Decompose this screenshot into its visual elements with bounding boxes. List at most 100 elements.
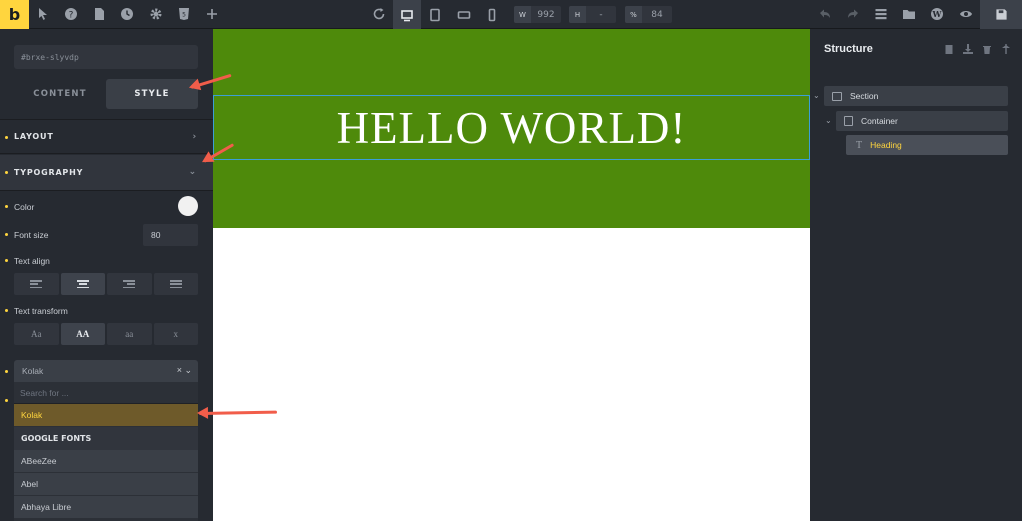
container-icon bbox=[844, 116, 853, 126]
section-element[interactable]: HELLO WORLD! bbox=[213, 29, 810, 228]
heading-icon: T bbox=[856, 139, 863, 151]
align-left-button[interactable] bbox=[14, 273, 59, 295]
svg-text:?: ? bbox=[69, 11, 74, 21]
zoom-field[interactable]: % 84 bbox=[625, 6, 672, 23]
folder-icon[interactable] bbox=[901, 6, 917, 22]
structure-item-label: Section bbox=[850, 91, 879, 101]
mobile-landscape-button[interactable] bbox=[450, 0, 478, 29]
add-plus-icon[interactable] bbox=[204, 6, 220, 22]
modified-indicator bbox=[5, 399, 8, 402]
refresh-icon[interactable] bbox=[371, 6, 387, 22]
top-toolbar: b ? 5 W 992 H - % 84 W bbox=[0, 0, 1022, 29]
bricks-logo[interactable]: b bbox=[0, 0, 29, 29]
desktop-device-button[interactable] bbox=[393, 0, 421, 29]
chevron-down-icon[interactable]: ⌄ bbox=[813, 91, 820, 100]
modified-indicator bbox=[5, 309, 8, 312]
structure-panel: Structure ⌄ Section ⌄ Container T Headin… bbox=[810, 29, 1022, 521]
modified-indicator bbox=[5, 233, 8, 236]
collapse-icon[interactable] bbox=[1000, 43, 1012, 55]
height-value: - bbox=[599, 9, 603, 20]
text-align-buttons bbox=[14, 273, 198, 295]
history-icon[interactable] bbox=[119, 6, 135, 22]
font-option-selected[interactable]: Kolak bbox=[14, 404, 198, 427]
pages-icon[interactable] bbox=[91, 6, 107, 22]
text-align-label: Text align bbox=[14, 256, 50, 266]
section-typography[interactable]: TYPOGRAPHY ⌄ bbox=[0, 155, 213, 191]
undo-icon[interactable] bbox=[817, 6, 833, 22]
transform-capitalize-button[interactable]: Aa bbox=[14, 323, 59, 345]
trash-icon[interactable] bbox=[981, 43, 993, 55]
section-typography-label: TYPOGRAPHY bbox=[14, 168, 84, 177]
width-value: 992 bbox=[537, 9, 555, 20]
font-family-value: Kolak bbox=[22, 366, 44, 376]
stack-menu-icon[interactable] bbox=[873, 6, 889, 22]
font-option[interactable]: ABeeZee bbox=[14, 450, 198, 473]
transform-none-button[interactable]: x bbox=[153, 323, 198, 345]
desktop-icon bbox=[401, 9, 413, 21]
font-option[interactable]: Abel bbox=[14, 473, 198, 496]
font-size-input[interactable]: 80 bbox=[143, 224, 198, 246]
align-justify-icon bbox=[169, 280, 182, 288]
chevron-down-icon: ⌄ bbox=[188, 167, 197, 177]
tab-content[interactable]: CONTENT bbox=[14, 79, 106, 109]
element-id-field[interactable]: #brxe-slyvdp bbox=[14, 45, 198, 69]
canvas-width-field[interactable]: W 992 bbox=[514, 6, 561, 23]
color-label: Color bbox=[14, 202, 35, 212]
element-settings-panel: #brxe-slyvdp CONTENT STYLE LAYOUT › TYPO… bbox=[0, 29, 213, 521]
canvas-height-field[interactable]: H - bbox=[569, 6, 616, 23]
svg-text:W: W bbox=[932, 9, 943, 19]
structure-item-heading[interactable]: T Heading bbox=[846, 135, 1008, 155]
section-layout-label: LAYOUT bbox=[14, 132, 54, 141]
tablet-landscape-button[interactable] bbox=[421, 0, 449, 29]
text-transform-label: Text transform bbox=[14, 306, 68, 316]
modified-indicator bbox=[5, 136, 8, 139]
preview-eye-icon[interactable] bbox=[958, 6, 974, 22]
modified-indicator bbox=[5, 259, 8, 262]
align-justify-button[interactable] bbox=[153, 273, 198, 295]
builder-canvas[interactable]: HELLO WORLD! bbox=[213, 29, 810, 521]
modified-indicator bbox=[5, 370, 8, 373]
help-icon[interactable]: ? bbox=[63, 6, 79, 22]
pointer-icon[interactable] bbox=[35, 6, 51, 22]
font-search-input[interactable]: Search for ... bbox=[14, 382, 198, 404]
zoom-value: 84 bbox=[651, 9, 663, 20]
font-option[interactable]: Abhaya Libre bbox=[14, 496, 198, 519]
align-right-button[interactable] bbox=[107, 273, 152, 295]
structure-title: Structure bbox=[824, 43, 873, 55]
color-picker-swatch[interactable] bbox=[178, 196, 198, 216]
height-label: H bbox=[569, 6, 586, 23]
chevron-right-icon: › bbox=[192, 131, 197, 142]
heading-text: HELLO WORLD! bbox=[336, 102, 687, 153]
font-family-select[interactable]: Kolak × ⌄ bbox=[14, 360, 198, 382]
clear-chevron-icon[interactable]: × ⌄ bbox=[177, 365, 192, 376]
save-floppy-icon bbox=[995, 9, 1007, 20]
heading-element[interactable]: HELLO WORLD! bbox=[213, 95, 810, 160]
phone-icon bbox=[488, 8, 496, 21]
html5-icon[interactable]: 5 bbox=[176, 6, 192, 22]
mobile-portrait-button[interactable] bbox=[478, 0, 506, 29]
structure-item-label: Container bbox=[861, 116, 898, 126]
redo-icon[interactable] bbox=[845, 6, 861, 22]
structure-item-container[interactable]: Container bbox=[836, 111, 1008, 131]
align-right-icon bbox=[123, 280, 136, 288]
align-center-button[interactable] bbox=[60, 273, 105, 295]
section-layout[interactable]: LAYOUT › bbox=[0, 119, 213, 154]
wordpress-icon[interactable]: W bbox=[929, 6, 945, 22]
structure-item-section[interactable]: Section bbox=[824, 86, 1008, 106]
clipboard-icon[interactable] bbox=[943, 43, 955, 55]
modified-indicator bbox=[5, 171, 8, 174]
align-center-icon bbox=[76, 280, 89, 288]
tab-style[interactable]: STYLE bbox=[106, 79, 198, 109]
settings-gear-icon[interactable] bbox=[148, 6, 164, 22]
font-group-header: GOOGLE FONTS bbox=[14, 427, 198, 450]
save-button[interactable] bbox=[980, 0, 1022, 29]
chevron-down-icon[interactable]: ⌄ bbox=[825, 116, 832, 125]
tablet-portrait-icon bbox=[430, 8, 440, 21]
transform-lowercase-button[interactable]: aa bbox=[107, 323, 152, 345]
zoom-label: % bbox=[625, 6, 642, 23]
structure-actions bbox=[943, 43, 1012, 55]
transform-uppercase-button[interactable]: AA bbox=[60, 323, 105, 345]
download-icon[interactable] bbox=[962, 43, 974, 55]
align-left-icon bbox=[30, 280, 43, 288]
text-transform-buttons: Aa AA aa x bbox=[14, 323, 198, 345]
